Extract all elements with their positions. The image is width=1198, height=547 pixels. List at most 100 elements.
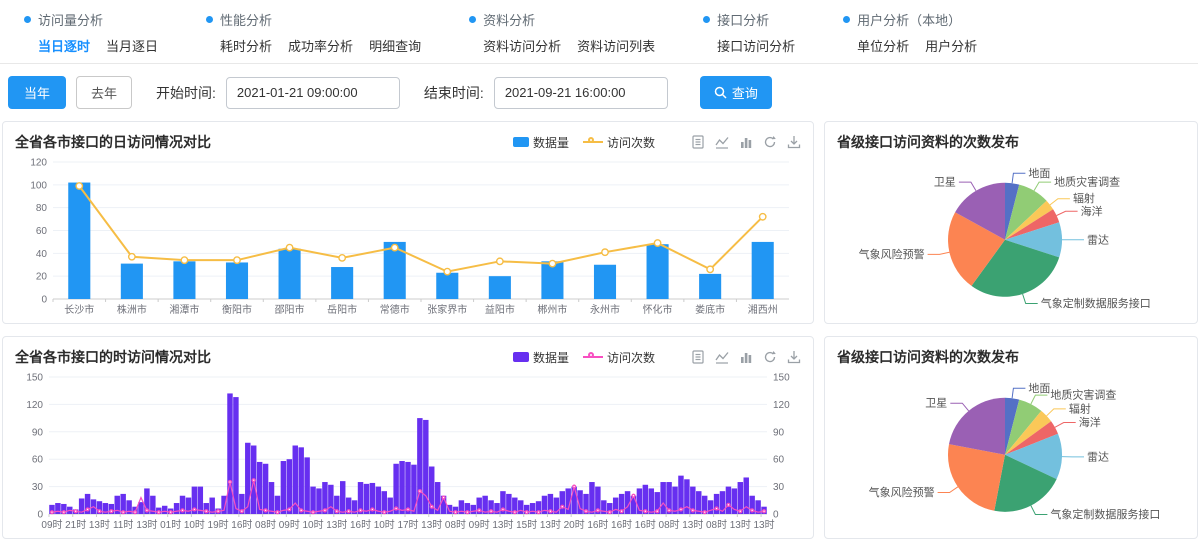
nav-link-daily-hourly[interactable]: 当日逐时 bbox=[38, 36, 90, 55]
svg-text:邵阳市: 邵阳市 bbox=[275, 303, 305, 316]
bar-series bbox=[49, 393, 767, 514]
nav-group-title: 性能分析 bbox=[220, 10, 272, 29]
search-button[interactable]: 查询 bbox=[700, 76, 772, 109]
bullet-icon bbox=[206, 16, 213, 23]
save-image-icon[interactable] bbox=[787, 350, 801, 364]
chart-toolbox bbox=[691, 350, 801, 364]
hourly-chart-legend: 数据量 访问次数 bbox=[513, 349, 655, 366]
svg-text:16时: 16时 bbox=[611, 519, 632, 531]
nav-link-data-access-list[interactable]: 资料访问列表 bbox=[577, 36, 655, 55]
svg-text:11时: 11时 bbox=[113, 519, 133, 531]
daily-chart-legend: 数据量 访问次数 bbox=[513, 134, 655, 151]
nav-link-interface-access-analysis[interactable]: 接口访问分析 bbox=[717, 36, 795, 55]
last-year-button[interactable]: 去年 bbox=[76, 76, 132, 109]
pie-slices bbox=[948, 183, 1062, 297]
end-time-input[interactable] bbox=[494, 77, 668, 109]
right-column: 省级接口访问资料的次数发布 地面地质灾害调查辐射海洋雷达气象定制数据服务接口气象… bbox=[824, 121, 1198, 539]
daily-bar-line-chart: 020406080100120长沙市株洲市湘潭市衡阳市邵阳市岳阳市常德市张家界市… bbox=[15, 154, 801, 319]
pie-top-title: 省级接口访问资料的次数发布 bbox=[837, 132, 1019, 152]
svg-text:08时: 08时 bbox=[706, 519, 727, 531]
svg-text:16时: 16时 bbox=[350, 519, 371, 531]
svg-text:湘潭市: 湘潭市 bbox=[169, 303, 199, 316]
svg-text:30: 30 bbox=[773, 482, 785, 493]
svg-text:10时: 10时 bbox=[184, 519, 205, 531]
svg-text:怀化市: 怀化市 bbox=[643, 303, 673, 316]
svg-text:0: 0 bbox=[41, 295, 47, 306]
save-image-icon[interactable] bbox=[787, 135, 801, 149]
x-axis-labels: 09时21时13时11时13时01时10时19时16时08时09时10时13时1… bbox=[41, 514, 774, 531]
legend-item-visit-count[interactable]: 访问次数 bbox=[583, 349, 655, 366]
x-axis-labels: 长沙市株洲市湘潭市衡阳市邵阳市岳阳市常德市张家界市益阳市郴州市永州市怀化市娄底市… bbox=[53, 299, 778, 316]
svg-text:地质灾害调查: 地质灾害调查 bbox=[1050, 388, 1116, 402]
bullet-icon bbox=[843, 16, 850, 23]
svg-text:80: 80 bbox=[36, 203, 48, 214]
svg-text:0: 0 bbox=[773, 510, 779, 521]
svg-text:地面: 地面 bbox=[1028, 382, 1050, 395]
nav-link-user-analysis[interactable]: 用户分析 bbox=[925, 36, 977, 55]
svg-text:雷达: 雷达 bbox=[1087, 450, 1109, 463]
svg-text:100: 100 bbox=[30, 180, 47, 191]
svg-text:卫星: 卫星 bbox=[934, 176, 956, 189]
svg-text:衡阳市: 衡阳市 bbox=[222, 303, 252, 316]
svg-text:15时: 15时 bbox=[516, 519, 537, 531]
pie-chart-card-bottom: 省级接口访问资料的次数发布 地面地质灾害调查辐射海洋雷达气象定制数据服务接口气象… bbox=[824, 336, 1198, 539]
nav-link-detail-query[interactable]: 明细查询 bbox=[369, 36, 421, 55]
svg-text:地质灾害调查: 地质灾害调查 bbox=[1054, 175, 1120, 189]
svg-text:气象风险预警: 气象风险预警 bbox=[859, 247, 925, 261]
main-content: 全省各市接口的日访问情况对比 数据量 访问次数 bbox=[0, 121, 1198, 539]
province-pie-chart-top: 地面地质灾害调查辐射海洋雷达气象定制数据服务接口气象风险预警卫星 bbox=[837, 154, 1185, 319]
legend-item-data-volume[interactable]: 数据量 bbox=[513, 349, 569, 366]
svg-text:120: 120 bbox=[773, 400, 790, 411]
nav-link-unit-analysis[interactable]: 单位分析 bbox=[857, 36, 909, 55]
svg-text:21时: 21时 bbox=[65, 519, 86, 531]
pie-slices bbox=[948, 398, 1062, 512]
pie-bottom-title: 省级接口访问资料的次数发布 bbox=[837, 347, 1019, 367]
restore-icon[interactable] bbox=[763, 135, 777, 149]
svg-text:16时: 16时 bbox=[635, 519, 656, 531]
svg-text:120: 120 bbox=[30, 158, 47, 169]
svg-text:19时: 19时 bbox=[208, 519, 229, 531]
pie-chart-card-top: 省级接口访问资料的次数发布 地面地质灾害调查辐射海洋雷达气象定制数据服务接口气象… bbox=[824, 121, 1198, 324]
svg-text:17时: 17时 bbox=[397, 519, 418, 531]
svg-text:13时: 13时 bbox=[730, 519, 751, 531]
svg-text:13时: 13时 bbox=[492, 519, 513, 531]
svg-text:60: 60 bbox=[32, 455, 44, 466]
nav-link-success-rate[interactable]: 成功率分析 bbox=[288, 36, 353, 55]
bar-chart-icon[interactable] bbox=[739, 135, 753, 149]
svg-text:娄底市: 娄底市 bbox=[695, 303, 725, 316]
legend-line-swatch bbox=[583, 352, 603, 362]
svg-text:常德市: 常德市 bbox=[380, 303, 410, 316]
svg-text:辐射: 辐射 bbox=[1073, 191, 1095, 205]
svg-text:90: 90 bbox=[32, 427, 44, 438]
restore-icon[interactable] bbox=[763, 350, 777, 364]
svg-text:气象定制数据服务接口: 气象定制数据服务接口 bbox=[1050, 507, 1160, 521]
data-view-icon[interactable] bbox=[691, 135, 705, 149]
svg-text:长沙市: 长沙市 bbox=[64, 303, 94, 316]
this-year-button[interactable]: 当年 bbox=[8, 76, 66, 109]
svg-text:卫星: 卫星 bbox=[925, 397, 947, 410]
svg-text:郴州市: 郴州市 bbox=[537, 303, 567, 316]
svg-text:13时: 13时 bbox=[540, 519, 561, 531]
svg-text:16时: 16时 bbox=[231, 519, 252, 531]
bullet-icon bbox=[469, 16, 476, 23]
start-time-input[interactable] bbox=[226, 77, 400, 109]
nav-link-data-access-analysis[interactable]: 资料访问分析 bbox=[483, 36, 561, 55]
svg-text:120: 120 bbox=[26, 400, 43, 411]
province-pie-chart-bottom: 地面地质灾害调查辐射海洋雷达气象定制数据服务接口气象风险预警卫星 bbox=[837, 369, 1185, 534]
line-chart-icon[interactable] bbox=[715, 135, 729, 149]
svg-text:20时: 20时 bbox=[564, 519, 585, 531]
legend-item-data-volume[interactable]: 数据量 bbox=[513, 134, 569, 151]
nav-group-visits: 访问量分析 当日逐时 当月逐日 bbox=[24, 10, 158, 55]
data-view-icon[interactable] bbox=[691, 350, 705, 364]
svg-text:10时: 10时 bbox=[302, 519, 323, 531]
nav-link-time-cost[interactable]: 耗时分析 bbox=[220, 36, 272, 55]
svg-text:13时: 13时 bbox=[421, 519, 442, 531]
svg-text:01时: 01时 bbox=[160, 519, 181, 531]
line-chart-icon[interactable] bbox=[715, 350, 729, 364]
nav-link-monthly-daily[interactable]: 当月逐日 bbox=[106, 36, 158, 55]
legend-bar-swatch bbox=[513, 137, 529, 147]
bar-chart-icon[interactable] bbox=[739, 350, 753, 364]
nav-group-title: 访问量分析 bbox=[38, 10, 103, 29]
legend-item-visit-count[interactable]: 访问次数 bbox=[583, 134, 655, 151]
hourly-chart-title: 全省各市接口的时访问情况对比 bbox=[15, 347, 211, 367]
